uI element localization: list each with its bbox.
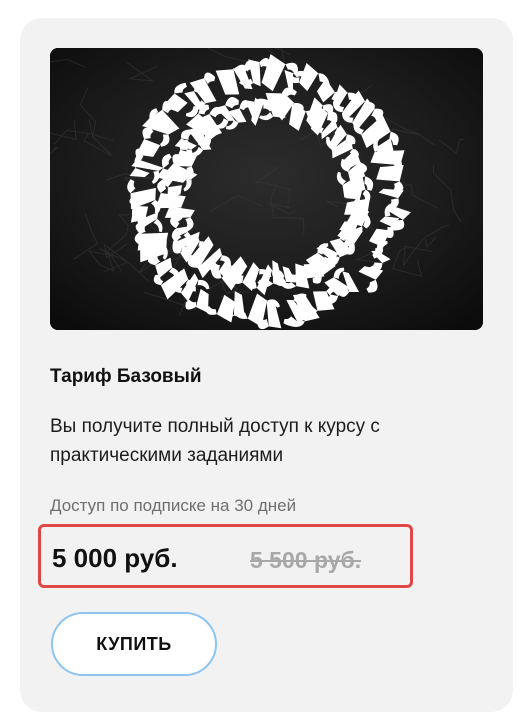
tariff-description: Вы получите полный доступ к курсу с прак… xyxy=(50,416,380,466)
access-note: Доступ по подписке на 30 дней xyxy=(50,496,297,515)
current-price: 5 000 руб. xyxy=(52,543,178,573)
tariff-title: Тариф Базовый xyxy=(50,366,202,387)
course-cover-image xyxy=(50,48,483,330)
tariff-card: Тариф Базовый Вы получите полный доступ … xyxy=(20,18,513,712)
old-price: 5 500 руб. xyxy=(250,547,362,573)
calligraphy-ring-image xyxy=(50,48,483,330)
buy-button[interactable]: КУПИТЬ xyxy=(51,612,217,676)
